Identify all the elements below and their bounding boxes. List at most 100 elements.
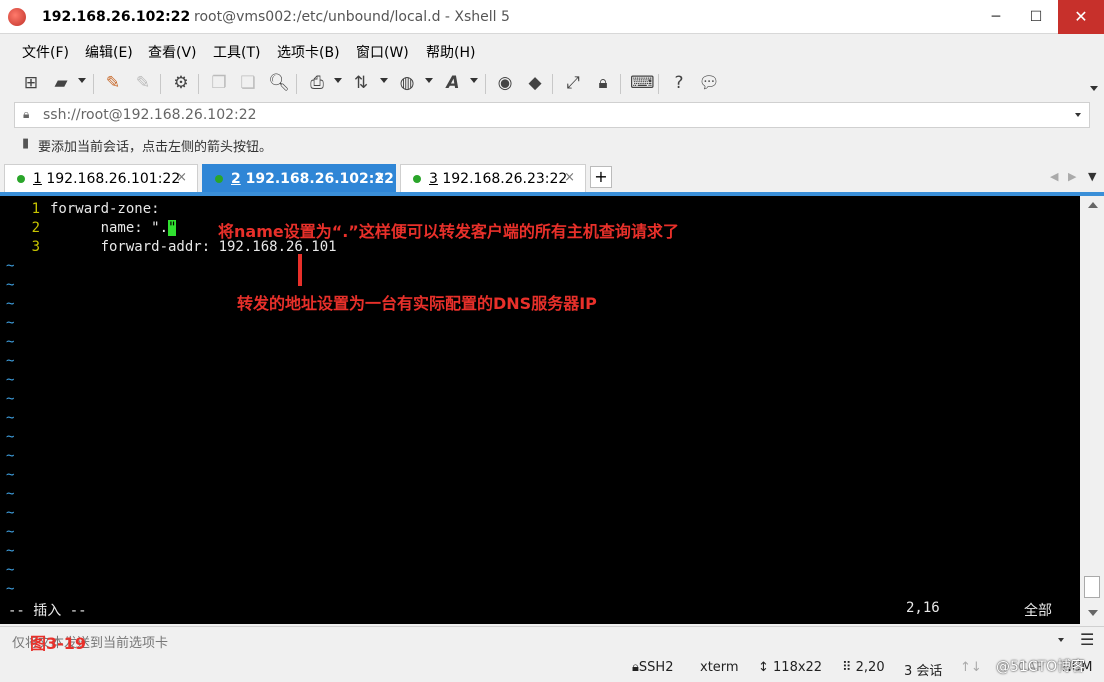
menu-icon[interactable]: ☰	[1080, 630, 1094, 649]
annotation-pointer-line	[298, 254, 302, 286]
print-icon[interactable]: ⎙	[306, 72, 328, 94]
scroll-down-icon[interactable]	[1088, 610, 1098, 616]
vim-mode: -- 插入 --	[8, 603, 87, 619]
lock-icon: 🔒︎	[632, 660, 639, 675]
open-dropdown-icon[interactable]	[78, 78, 86, 83]
xagent-icon[interactable]: ◆	[524, 72, 546, 94]
paste-icon[interactable]: ❏	[237, 72, 259, 94]
status-bar: 🔒︎SSH2 xterm ↕ 118x22 ⠿ 2,20 3 会话 ↑↓ CAP…	[0, 652, 1104, 682]
empty-line-tilde: ~	[6, 486, 15, 502]
figure-label: 图3-19	[30, 634, 87, 653]
properties-icon[interactable]: ⚙	[170, 72, 192, 94]
cursor-icon: ⠿	[842, 660, 856, 675]
fullscreen-icon[interactable]: ⤢	[562, 72, 584, 94]
toolbar-separator	[296, 74, 297, 94]
tab-prev-icon[interactable]: ◀	[1050, 170, 1058, 183]
connected-status-icon	[413, 175, 421, 183]
scroll-arrows-icon: ↑↓	[960, 660, 982, 675]
tab-next-icon[interactable]: ▶	[1068, 170, 1076, 183]
tab-session-1[interactable]: 1 192.168.26.101:22 ×	[4, 164, 198, 192]
lock-icon[interactable]: 🔒︎	[592, 72, 614, 94]
disconnect-icon[interactable]: ✎	[132, 72, 154, 94]
empty-line-tilde: ~	[6, 315, 15, 331]
session-count: 3 会话	[904, 664, 943, 679]
new-session-icon[interactable]: ⊞	[20, 72, 42, 94]
add-tab-button[interactable]: +	[590, 166, 612, 188]
code-line-2: 2 name: "."	[31, 220, 177, 236]
font-dropdown-icon[interactable]	[470, 78, 478, 83]
open-folder-icon[interactable]: ▰	[50, 72, 72, 94]
protocol-status: 🔒︎SSH2	[632, 660, 674, 675]
menu-window[interactable]: 窗口(W)	[356, 42, 409, 62]
empty-line-tilde: ~	[6, 467, 15, 483]
menu-view[interactable]: 查看(V)	[148, 42, 197, 62]
hint-bar: ▮ 要添加当前会话，点击左侧的箭头按钮。	[14, 132, 1090, 156]
menu-bar: 文件(F) 编辑(E) 查看(V) 工具(T) 选项卡(B) 窗口(W) 帮助(…	[0, 34, 1104, 66]
transfer-dropdown-icon[interactable]	[380, 78, 388, 83]
scrollbar[interactable]	[1080, 196, 1104, 624]
watermark: @51CTO博客	[996, 659, 1086, 675]
toolbar-separator	[485, 74, 486, 94]
keyboard-icon[interactable]: ⌨	[630, 72, 655, 94]
transfer-icon[interactable]: ⇅	[350, 72, 372, 94]
menu-file[interactable]: 文件(F)	[22, 42, 69, 62]
terminal[interactable]: 1 forward-zone: 2 name: "." 3 forward-add…	[0, 196, 1080, 624]
tab-session-2[interactable]: 2 192.168.26.102:22 ×	[202, 164, 396, 192]
menu-edit[interactable]: 编辑(E)	[85, 42, 133, 62]
empty-line-tilde: ~	[6, 524, 15, 540]
annotation-addr: 转发的地址设置为一台有实际配置的DNS服务器IP	[237, 294, 597, 313]
toolbar-overflow-icon[interactable]	[1090, 86, 1098, 91]
menu-tabs[interactable]: 选项卡(B)	[277, 42, 340, 62]
hint-text: 要添加当前会话，点击左侧的箭头按钮。	[38, 140, 273, 155]
toolbar-separator	[160, 74, 161, 94]
toolbar-separator	[198, 74, 199, 94]
empty-line-tilde: ~	[6, 334, 15, 350]
connected-status-icon	[17, 175, 25, 183]
reconnect-icon[interactable]: ✎	[102, 72, 124, 94]
title-bar: 192.168.26.102:22 root@vms002:/etc/unbou…	[0, 0, 1104, 34]
empty-line-tilde: ~	[6, 277, 15, 293]
address-input[interactable]: ssh://root@192.168.26.102:22	[43, 107, 257, 123]
scroll-thumb[interactable]	[1084, 576, 1100, 598]
xftp-icon[interactable]: ◉	[494, 72, 516, 94]
close-button[interactable]: ✕	[1058, 0, 1104, 34]
cursor-pos: ⠿ 2,20	[842, 660, 885, 675]
tab-close-icon[interactable]: ×	[564, 170, 575, 185]
toolbar: ⊞ ▰ ✎ ✎ ⚙ ❐ ❏ 🔍︎ ⎙ ⇅ ◍ A ◉ ◆ ⤢ 🔒︎ ⌨ ? 💬︎	[0, 66, 1104, 102]
scroll-up-icon[interactable]	[1088, 202, 1098, 208]
find-icon[interactable]: 🔍︎	[268, 72, 290, 94]
vim-scroll: 全部	[1024, 603, 1052, 619]
minimize-button[interactable]: ─	[976, 0, 1016, 34]
tab-label: 1 192.168.26.101:22	[33, 171, 181, 187]
globe-icon[interactable]: ◍	[396, 72, 418, 94]
connected-status-icon	[215, 175, 223, 183]
toolbar-separator	[552, 74, 553, 94]
add-session-arrow-icon[interactable]: ▮	[22, 136, 29, 151]
menu-help[interactable]: 帮助(H)	[426, 42, 475, 62]
empty-line-tilde: ~	[6, 562, 15, 578]
vim-position: 2,16	[906, 600, 940, 616]
address-dropdown-icon[interactable]	[1075, 113, 1081, 117]
menu-tools[interactable]: 工具(T)	[213, 42, 260, 62]
compose-bar[interactable]: 仅将文本发送到当前选项卡 ☰	[0, 626, 1104, 652]
empty-line-tilde: ~	[6, 543, 15, 559]
chat-icon[interactable]: 💬︎	[698, 72, 720, 94]
globe-dropdown-icon[interactable]	[425, 78, 433, 83]
term-type: xterm	[700, 660, 739, 675]
tab-close-icon[interactable]: ×	[176, 170, 187, 185]
maximize-button[interactable]: ☐	[1016, 0, 1056, 34]
resize-icon: ↕	[758, 660, 774, 675]
help-icon[interactable]: ?	[668, 72, 690, 94]
title-path: root@vms002:/etc/unbound/local.d - Xshel…	[194, 9, 510, 25]
print-dropdown-icon[interactable]	[334, 78, 342, 83]
empty-line-tilde: ~	[6, 258, 15, 274]
tab-menu-icon[interactable]: ▼	[1088, 170, 1096, 183]
empty-line-tilde: ~	[6, 410, 15, 426]
tab-session-3[interactable]: 3 192.168.26.23:22 ×	[400, 164, 586, 192]
tab-close-icon[interactable]: ×	[374, 170, 385, 185]
copy-icon[interactable]: ❐	[208, 72, 230, 94]
address-bar[interactable]: 🔒︎ ssh://root@192.168.26.102:22	[14, 102, 1090, 128]
compose-dropdown-icon[interactable]	[1058, 638, 1064, 642]
font-icon[interactable]: A	[442, 72, 464, 94]
empty-line-tilde: ~	[6, 448, 15, 464]
